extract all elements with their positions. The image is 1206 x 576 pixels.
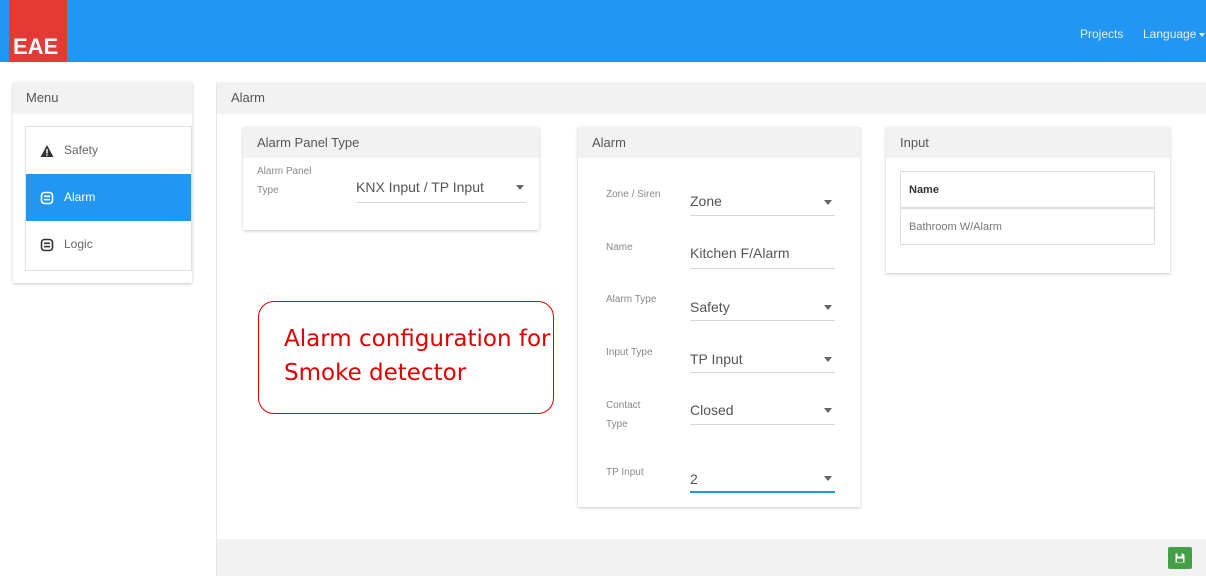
menu-item-safety[interactable]: Safety <box>26 127 191 174</box>
menu-title: Menu <box>13 82 192 114</box>
menu-item-label: Safety <box>64 143 99 157</box>
menu-item-label: Alarm <box>64 190 96 204</box>
name-label: Name <box>606 242 633 253</box>
card-title: Alarm Panel Type <box>243 127 539 158</box>
chevron-down-icon[interactable] <box>824 305 832 310</box>
table-cell[interactable]: Bathroom W/Alarm <box>901 208 1155 245</box>
top-navbar: EAE Projects Language <box>0 0 1206 62</box>
alarm-panel-type-label: Alarm Panel Type <box>257 166 312 196</box>
input-card: Input Name Bathroom W/Alarm <box>886 127 1170 273</box>
menu-item-logic[interactable]: Logic <box>26 221 191 268</box>
logic-panel-icon <box>40 238 54 251</box>
language-label: Language <box>1143 27 1197 41</box>
contact-type-select[interactable]: Closed <box>690 402 734 418</box>
page-title: Alarm <box>217 82 1206 114</box>
column-header-name[interactable]: Name <box>900 171 1155 209</box>
alarm-type-select[interactable]: Safety <box>690 299 730 315</box>
input-underline <box>690 268 835 269</box>
alarm-panel-icon <box>40 191 54 204</box>
input-type-select[interactable]: TP Input <box>690 351 743 367</box>
annotation-callout: Alarm configuration for Smoke detector <box>258 301 554 414</box>
chevron-down-icon <box>1199 32 1206 37</box>
logo-text: EAE <box>13 34 59 59</box>
save-icon <box>1175 553 1185 563</box>
main-footer <box>217 539 1206 576</box>
warning-triangle-icon <box>40 144 54 157</box>
table-row[interactable]: Bathroom W/Alarm <box>901 208 1155 245</box>
chevron-down-icon[interactable] <box>824 476 832 481</box>
tp-input-label: TP Input <box>606 467 644 478</box>
select-underline <box>690 424 835 425</box>
alarm-card: Alarm Zone / Siren Zone Name Kitchen F/A… <box>578 127 860 507</box>
menu-panel: Menu Safety Alarm Logic <box>13 82 192 283</box>
select-underline-focused <box>690 491 835 493</box>
chevron-down-icon[interactable] <box>824 408 832 413</box>
language-dropdown[interactable]: Language <box>1143 27 1206 41</box>
name-input[interactable]: Kitchen F/Alarm <box>690 245 790 261</box>
zone-siren-select[interactable]: Zone <box>690 193 722 209</box>
contact-type-label: Contact Type <box>606 400 641 430</box>
callout-text: Alarm configuration for Smoke detector <box>284 326 551 386</box>
table-header-row: Name <box>900 171 1155 209</box>
input-table: Name Bathroom W/Alarm <box>900 171 1155 245</box>
input-type-label: Input Type <box>606 347 653 358</box>
menu-item-alarm[interactable]: Alarm <box>26 174 191 221</box>
select-underline <box>690 215 835 216</box>
alarm-panel-type-select[interactable]: KNX Input / TP Input <box>356 179 484 195</box>
menu-list: Safety Alarm Logic <box>25 126 192 271</box>
chevron-down-icon[interactable] <box>824 357 832 362</box>
chevron-down-icon[interactable] <box>516 185 524 190</box>
alarm-type-label: Alarm Type <box>606 294 657 305</box>
projects-link[interactable]: Projects <box>1080 27 1123 41</box>
zone-siren-label: Zone / Siren <box>606 189 661 200</box>
save-button[interactable] <box>1168 547 1192 569</box>
alarm-panel-type-card: Alarm Panel Type Alarm Panel Type KNX In… <box>243 127 539 230</box>
select-underline <box>690 320 835 321</box>
tp-input-select[interactable]: 2 <box>690 471 698 487</box>
chevron-down-icon[interactable] <box>824 200 832 205</box>
select-underline <box>356 202 526 203</box>
menu-item-label: Logic <box>64 237 93 251</box>
card-title: Alarm <box>578 127 860 158</box>
card-title: Input <box>886 127 1170 158</box>
eae-logo[interactable]: EAE <box>9 0 67 62</box>
select-underline <box>690 372 835 373</box>
